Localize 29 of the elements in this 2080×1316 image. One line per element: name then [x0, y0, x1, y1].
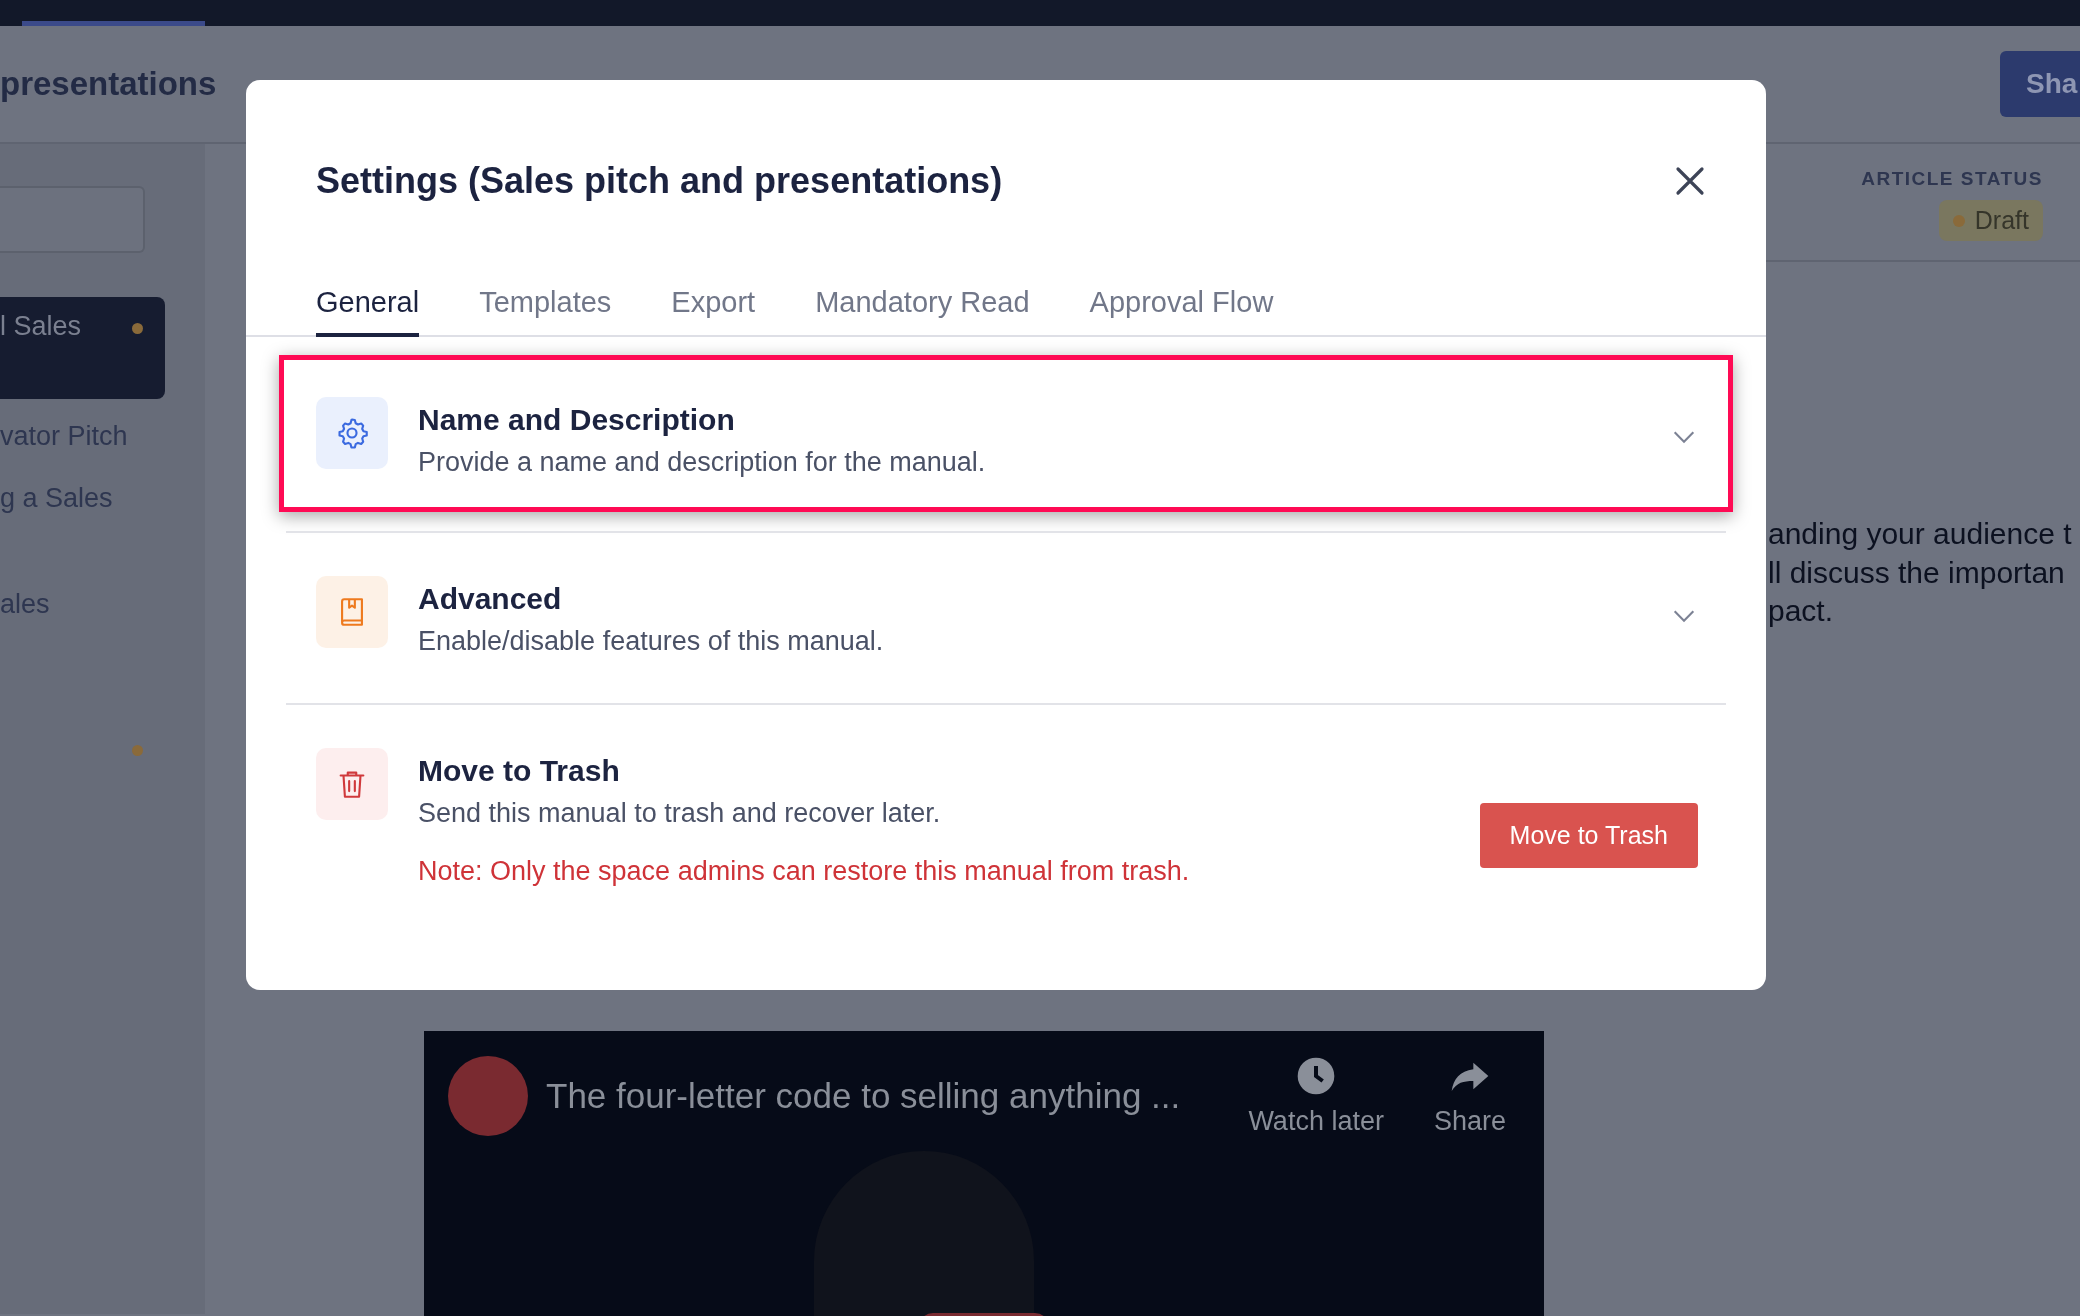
- status-label: ARTICLE STATUS: [1861, 168, 2043, 190]
- section-description: Provide a name and description for the manual.: [418, 446, 987, 479]
- video-action-button[interactable]: Share: [1433, 1056, 1506, 1137]
- article-text: anding your audience t ll discuss the importan pact.: [1767, 516, 2073, 629]
- video-title[interactable]: The four-letter code to selling anything ...: [546, 1076, 1226, 1116]
- status-badge: Draft: [1938, 200, 2043, 241]
- gear-icon: [335, 416, 369, 450]
- tab[interactable]: Export: [671, 286, 756, 337]
- section-description: Send this manual to trash and recover later.: [418, 797, 942, 830]
- sidebar-item[interactable]: g a Sales: [0, 469, 165, 531]
- sidebar-item[interactable]: l Sales: [0, 297, 165, 399]
- section-description: Enable/disable features of this manual.: [418, 625, 885, 658]
- clock-icon: [1296, 1056, 1337, 1096]
- warning-note: Note: Only the space admins can restore this manual from trash.: [418, 855, 1191, 888]
- section-title: Name and Description: [418, 402, 736, 438]
- header-action-button[interactable]: Sha: [2000, 51, 2080, 117]
- sidebar-item[interactable]: ales: [0, 575, 165, 637]
- page-title: presentations: [0, 65, 217, 103]
- sidebar-item[interactable]: vator Pitch: [0, 407, 165, 469]
- dialog-title: Settings (Sales pitch and presentations): [316, 160, 1003, 202]
- tab[interactable]: Mandatory Read: [815, 286, 1030, 337]
- trash-button[interactable]: Move to Trash: [1479, 803, 1698, 868]
- section-title: Advanced: [418, 581, 563, 617]
- tab[interactable]: Approval Flow: [1089, 286, 1274, 337]
- video-action-button[interactable]: Watch later: [1248, 1056, 1384, 1137]
- close-icon: [1674, 165, 1706, 197]
- tab[interactable]: General: [316, 286, 420, 337]
- section-title: Move to Trash: [418, 753, 621, 789]
- tab[interactable]: Templates: [479, 286, 612, 337]
